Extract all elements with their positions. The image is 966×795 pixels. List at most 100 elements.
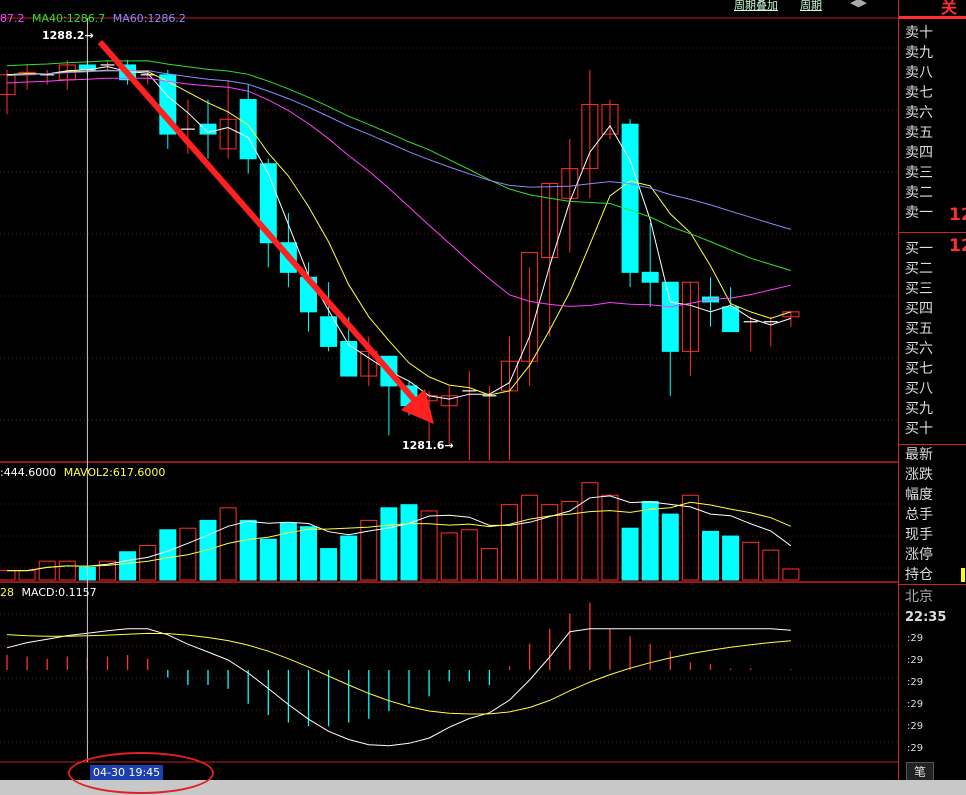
volume-bar xyxy=(641,501,659,581)
nav-arrows[interactable]: ◀▶ xyxy=(850,0,867,9)
volume-bar xyxy=(722,535,740,581)
bid-level-3: 买三 xyxy=(905,281,933,297)
volume-bar xyxy=(480,548,498,581)
ask-level-1: 卖一 xyxy=(905,205,933,221)
candle-body xyxy=(320,316,338,347)
volume-bar xyxy=(300,526,317,581)
tick-row: :29 xyxy=(907,743,924,754)
bid-level-4: 买四 xyxy=(905,301,933,317)
volume-bar xyxy=(159,529,177,581)
ma40-legend: MA40:1286.7 xyxy=(32,12,106,25)
tick-row: :29 xyxy=(907,677,924,688)
bid-level-2: 买二 xyxy=(905,261,933,277)
bid-level-8: 买八 xyxy=(905,381,933,397)
candle-body xyxy=(621,123,639,273)
macd-dea-line xyxy=(6,632,791,715)
ask-level-5: 卖五 xyxy=(905,125,933,141)
volume-bar xyxy=(702,530,719,581)
stat-label-5: 涨停 xyxy=(905,547,933,563)
volume-bar xyxy=(340,535,358,581)
macd-legend: 28 MACD:0.1157 xyxy=(0,586,97,599)
ma40-line xyxy=(6,60,792,271)
ma60-line xyxy=(6,70,792,230)
kline-chart[interactable] xyxy=(0,0,898,780)
volume-bar xyxy=(38,560,56,581)
volume-bar xyxy=(239,519,257,581)
ask-level-4: 卖四 xyxy=(905,145,933,161)
order-book-panel: 关 卖十卖九卖八卖七卖六卖五卖四卖三卖二卖一12 买一买二买三买四买五买六买七买… xyxy=(898,0,966,780)
highlight-circle xyxy=(68,752,214,794)
volume-bar xyxy=(420,510,438,581)
volume-bar xyxy=(621,527,639,581)
volume-bar xyxy=(782,568,800,581)
volume-bar xyxy=(139,544,157,581)
ma20-legend: 87.2 xyxy=(0,12,25,25)
volume-bar xyxy=(400,504,418,581)
macd-value: MACD:0.1157 xyxy=(21,586,97,599)
volume-bar xyxy=(119,551,137,581)
stat-label-3: 总手 xyxy=(905,507,933,523)
ask-level-8: 卖八 xyxy=(905,65,933,81)
tick-row: :29 xyxy=(907,655,924,666)
high-price-label: 1288.2→ xyxy=(42,29,94,42)
tick-row: :29 xyxy=(907,721,924,732)
ask-level-7: 卖七 xyxy=(905,85,933,101)
volume-bar xyxy=(681,494,699,581)
volume-bar xyxy=(661,513,679,581)
stat-label-1: 涨跌 xyxy=(905,467,933,483)
candle-body xyxy=(722,306,740,333)
candle-body xyxy=(239,99,257,160)
bid-level-5: 买五 xyxy=(905,321,933,337)
volume-bar xyxy=(460,529,478,581)
volume-bar xyxy=(259,538,277,581)
low-price-label: 1281.6→ xyxy=(402,439,454,452)
candle-body xyxy=(661,281,679,352)
bid-level-6: 买六 xyxy=(905,341,933,357)
tick-row: :29 xyxy=(907,699,924,710)
bid-level-10: 买十 xyxy=(905,421,933,437)
ma20-line xyxy=(6,77,792,308)
volume-bar xyxy=(762,549,780,581)
volume-bar xyxy=(0,570,16,581)
bid-level-1: 买一 xyxy=(905,241,933,257)
volume-bar xyxy=(58,560,76,581)
ma-legend: 87.2 MA40:1286.7 MA60:1286.2 xyxy=(0,12,186,25)
volume-bar xyxy=(179,527,197,581)
bid-level-9: 买九 xyxy=(905,401,933,417)
tick-row: :29 xyxy=(907,633,924,644)
dea-value: 28 xyxy=(0,586,14,599)
volume-bar xyxy=(742,541,760,581)
volume-bar xyxy=(380,507,398,581)
volume-bar xyxy=(521,494,539,581)
ma60-legend: MA60:1286.2 xyxy=(112,12,186,25)
trades-tab[interactable]: 笔 xyxy=(906,762,934,782)
mavol2-legend: MAVOL2:617.6000 xyxy=(63,466,166,479)
volume-bar xyxy=(440,532,458,581)
stat-label-4: 现手 xyxy=(905,527,933,543)
ask-level-2: 卖二 xyxy=(905,185,933,201)
stat-label-0: 最新 xyxy=(905,447,933,463)
sidebar-divider-mid xyxy=(899,232,966,233)
scroll-indicator[interactable] xyxy=(961,568,965,582)
bid1-price: 12 xyxy=(949,236,966,256)
ask-level-9: 卖九 xyxy=(905,45,933,61)
stat-label-6: 持仓 xyxy=(905,567,933,583)
volume-bar xyxy=(601,494,619,581)
stat-label-2: 幅度 xyxy=(905,487,933,503)
vol-legend: :444.6000 MAVOL2:617.6000 xyxy=(0,466,165,479)
vol-value: :444.6000 xyxy=(0,466,57,479)
time-label: 22:35 xyxy=(905,610,947,625)
volume-bar xyxy=(501,504,518,581)
ask-level-3: 卖三 xyxy=(905,165,933,181)
period-link[interactable]: 周期 xyxy=(800,0,822,13)
candle-body xyxy=(641,271,659,283)
bid-level-7: 买七 xyxy=(905,361,933,377)
period-overlay-link[interactable]: 周期叠加 xyxy=(734,0,778,13)
sidebar-divider-city xyxy=(899,584,966,585)
candle-body xyxy=(340,340,358,377)
sidebar-divider-top xyxy=(899,16,966,19)
volume-bar xyxy=(360,519,378,581)
ask-level-10: 卖十 xyxy=(905,25,933,41)
ask-level-6: 卖六 xyxy=(905,105,933,121)
ask1-price: 12 xyxy=(949,205,966,225)
